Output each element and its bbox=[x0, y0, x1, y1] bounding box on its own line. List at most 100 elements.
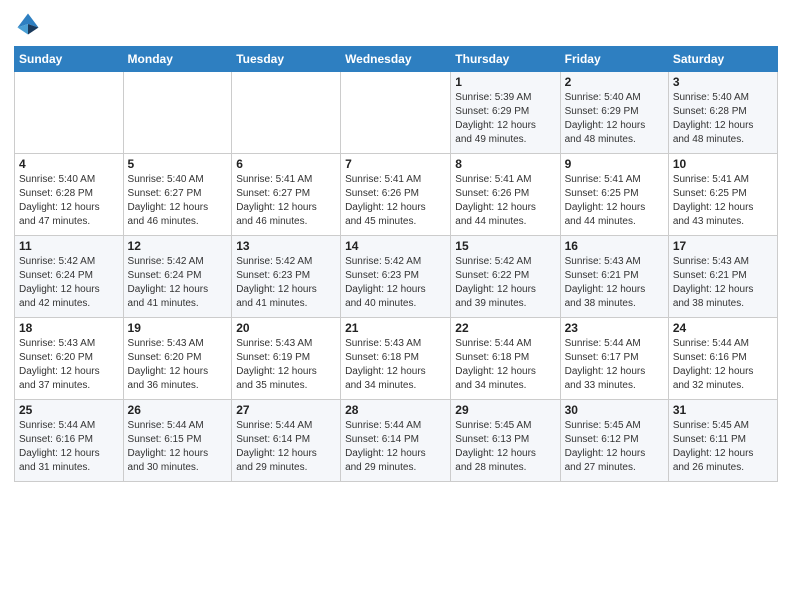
day-number: 4 bbox=[19, 157, 119, 171]
day-number: 31 bbox=[673, 403, 773, 417]
day-cell: 9 Sunrise: 5:41 AM Sunset: 6:25 PM Daylig… bbox=[560, 154, 668, 236]
day-cell: 14 Sunrise: 5:42 AM Sunset: 6:23 PM Dayli… bbox=[341, 236, 451, 318]
day-cell: 19 Sunrise: 5:43 AM Sunset: 6:20 PM Dayli… bbox=[123, 318, 232, 400]
calendar-body: 1 Sunrise: 5:39 AM Sunset: 6:29 PM Daylig… bbox=[15, 72, 778, 482]
day-number: 6 bbox=[236, 157, 336, 171]
day-info: Sunrise: 5:44 AM Sunset: 6:17 PM Dayligh… bbox=[565, 337, 664, 393]
day-number: 18 bbox=[19, 321, 119, 335]
day-info: Sunrise: 5:45 AM Sunset: 6:11 PM Dayligh… bbox=[673, 419, 773, 475]
day-number: 25 bbox=[19, 403, 119, 417]
logo bbox=[14, 10, 46, 38]
day-cell bbox=[232, 72, 341, 154]
week-row-5: 25 Sunrise: 5:44 AM Sunset: 6:16 PM Dayli… bbox=[15, 400, 778, 482]
day-cell: 27 Sunrise: 5:44 AM Sunset: 6:14 PM Dayli… bbox=[232, 400, 341, 482]
calendar-header: SundayMondayTuesdayWednesdayThursdayFrid… bbox=[15, 47, 778, 72]
day-number: 9 bbox=[565, 157, 664, 171]
day-number: 15 bbox=[455, 239, 555, 253]
day-cell bbox=[341, 72, 451, 154]
day-cell: 16 Sunrise: 5:43 AM Sunset: 6:21 PM Dayli… bbox=[560, 236, 668, 318]
week-row-3: 11Sunrise: 5:42 AM Sunset: 6:24 PM Dayli… bbox=[15, 236, 778, 318]
day-cell: 6 Sunrise: 5:41 AM Sunset: 6:27 PM Daylig… bbox=[232, 154, 341, 236]
day-cell: 3 Sunrise: 5:40 AM Sunset: 6:28 PM Daylig… bbox=[668, 72, 777, 154]
day-cell: 24Sunrise: 5:44 AM Sunset: 6:16 PM Dayli… bbox=[668, 318, 777, 400]
day-number: 3 bbox=[673, 75, 773, 89]
day-cell: 30 Sunrise: 5:45 AM Sunset: 6:12 PM Dayli… bbox=[560, 400, 668, 482]
day-info: Sunrise: 5:40 AM Sunset: 6:29 PM Dayligh… bbox=[565, 91, 664, 147]
week-row-4: 18 Sunrise: 5:43 AM Sunset: 6:20 PM Dayli… bbox=[15, 318, 778, 400]
day-number: 1 bbox=[455, 75, 555, 89]
weekday-header-tuesday: Tuesday bbox=[232, 47, 341, 72]
day-cell: 13 Sunrise: 5:42 AM Sunset: 6:23 PM Dayli… bbox=[232, 236, 341, 318]
day-info: Sunrise: 5:42 AM Sunset: 6:24 PM Dayligh… bbox=[19, 255, 119, 311]
day-number: 24 bbox=[673, 321, 773, 335]
day-cell: 5 Sunrise: 5:40 AM Sunset: 6:27 PM Daylig… bbox=[123, 154, 232, 236]
day-info: Sunrise: 5:41 AM Sunset: 6:25 PM Dayligh… bbox=[565, 173, 664, 229]
day-info: Sunrise: 5:42 AM Sunset: 6:23 PM Dayligh… bbox=[345, 255, 446, 311]
day-number: 14 bbox=[345, 239, 446, 253]
day-info: Sunrise: 5:40 AM Sunset: 6:28 PM Dayligh… bbox=[19, 173, 119, 229]
week-row-2: 4 Sunrise: 5:40 AM Sunset: 6:28 PM Daylig… bbox=[15, 154, 778, 236]
day-cell: 7Sunrise: 5:41 AM Sunset: 6:26 PM Daylig… bbox=[341, 154, 451, 236]
day-cell: 22Sunrise: 5:44 AM Sunset: 6:18 PM Dayli… bbox=[451, 318, 560, 400]
day-info: Sunrise: 5:40 AM Sunset: 6:28 PM Dayligh… bbox=[673, 91, 773, 147]
day-number: 13 bbox=[236, 239, 336, 253]
day-cell: 15 Sunrise: 5:42 AM Sunset: 6:22 PM Dayli… bbox=[451, 236, 560, 318]
weekday-header-thursday: Thursday bbox=[451, 47, 560, 72]
header bbox=[14, 10, 778, 38]
day-number: 19 bbox=[128, 321, 228, 335]
day-info: Sunrise: 5:43 AM Sunset: 6:21 PM Dayligh… bbox=[565, 255, 664, 311]
day-cell: 1 Sunrise: 5:39 AM Sunset: 6:29 PM Daylig… bbox=[451, 72, 560, 154]
day-number: 29 bbox=[455, 403, 555, 417]
calendar-table: SundayMondayTuesdayWednesdayThursdayFrid… bbox=[14, 46, 778, 482]
day-info: Sunrise: 5:42 AM Sunset: 6:22 PM Dayligh… bbox=[455, 255, 555, 311]
day-info: Sunrise: 5:41 AM Sunset: 6:27 PM Dayligh… bbox=[236, 173, 336, 229]
day-cell: 17Sunrise: 5:43 AM Sunset: 6:21 PM Dayli… bbox=[668, 236, 777, 318]
day-info: Sunrise: 5:45 AM Sunset: 6:12 PM Dayligh… bbox=[565, 419, 664, 475]
day-info: Sunrise: 5:43 AM Sunset: 6:20 PM Dayligh… bbox=[19, 337, 119, 393]
day-number: 23 bbox=[565, 321, 664, 335]
day-number: 22 bbox=[455, 321, 555, 335]
day-number: 27 bbox=[236, 403, 336, 417]
day-cell: 20Sunrise: 5:43 AM Sunset: 6:19 PM Dayli… bbox=[232, 318, 341, 400]
day-number: 30 bbox=[565, 403, 664, 417]
day-number: 2 bbox=[565, 75, 664, 89]
day-info: Sunrise: 5:42 AM Sunset: 6:24 PM Dayligh… bbox=[128, 255, 228, 311]
day-cell: 25 Sunrise: 5:44 AM Sunset: 6:16 PM Dayli… bbox=[15, 400, 124, 482]
day-info: Sunrise: 5:42 AM Sunset: 6:23 PM Dayligh… bbox=[236, 255, 336, 311]
logo-icon bbox=[14, 10, 42, 38]
day-info: Sunrise: 5:41 AM Sunset: 6:25 PM Dayligh… bbox=[673, 173, 773, 229]
day-info: Sunrise: 5:44 AM Sunset: 6:15 PM Dayligh… bbox=[128, 419, 228, 475]
weekday-header-friday: Friday bbox=[560, 47, 668, 72]
weekday-header-saturday: Saturday bbox=[668, 47, 777, 72]
day-info: Sunrise: 5:44 AM Sunset: 6:16 PM Dayligh… bbox=[19, 419, 119, 475]
day-number: 5 bbox=[128, 157, 228, 171]
day-info: Sunrise: 5:39 AM Sunset: 6:29 PM Dayligh… bbox=[455, 91, 555, 147]
day-cell: 28 Sunrise: 5:44 AM Sunset: 6:14 PM Dayli… bbox=[341, 400, 451, 482]
day-cell bbox=[123, 72, 232, 154]
day-cell: 11Sunrise: 5:42 AM Sunset: 6:24 PM Dayli… bbox=[15, 236, 124, 318]
day-info: Sunrise: 5:43 AM Sunset: 6:21 PM Dayligh… bbox=[673, 255, 773, 311]
day-info: Sunrise: 5:43 AM Sunset: 6:19 PM Dayligh… bbox=[236, 337, 336, 393]
day-info: Sunrise: 5:43 AM Sunset: 6:20 PM Dayligh… bbox=[128, 337, 228, 393]
day-cell: 23 Sunrise: 5:44 AM Sunset: 6:17 PM Dayli… bbox=[560, 318, 668, 400]
week-row-1: 1 Sunrise: 5:39 AM Sunset: 6:29 PM Daylig… bbox=[15, 72, 778, 154]
day-number: 16 bbox=[565, 239, 664, 253]
day-cell: 2 Sunrise: 5:40 AM Sunset: 6:29 PM Daylig… bbox=[560, 72, 668, 154]
day-info: Sunrise: 5:43 AM Sunset: 6:18 PM Dayligh… bbox=[345, 337, 446, 393]
weekday-row: SundayMondayTuesdayWednesdayThursdayFrid… bbox=[15, 47, 778, 72]
day-number: 12 bbox=[128, 239, 228, 253]
weekday-header-sunday: Sunday bbox=[15, 47, 124, 72]
day-number: 7 bbox=[345, 157, 446, 171]
day-info: Sunrise: 5:40 AM Sunset: 6:27 PM Dayligh… bbox=[128, 173, 228, 229]
day-cell bbox=[15, 72, 124, 154]
weekday-header-monday: Monday bbox=[123, 47, 232, 72]
page: SundayMondayTuesdayWednesdayThursdayFrid… bbox=[0, 0, 792, 612]
day-info: Sunrise: 5:44 AM Sunset: 6:14 PM Dayligh… bbox=[236, 419, 336, 475]
day-cell: 31 Sunrise: 5:45 AM Sunset: 6:11 PM Dayli… bbox=[668, 400, 777, 482]
day-number: 28 bbox=[345, 403, 446, 417]
day-info: Sunrise: 5:44 AM Sunset: 6:14 PM Dayligh… bbox=[345, 419, 446, 475]
day-cell: 26Sunrise: 5:44 AM Sunset: 6:15 PM Dayli… bbox=[123, 400, 232, 482]
weekday-header-wednesday: Wednesday bbox=[341, 47, 451, 72]
day-number: 10 bbox=[673, 157, 773, 171]
day-number: 8 bbox=[455, 157, 555, 171]
